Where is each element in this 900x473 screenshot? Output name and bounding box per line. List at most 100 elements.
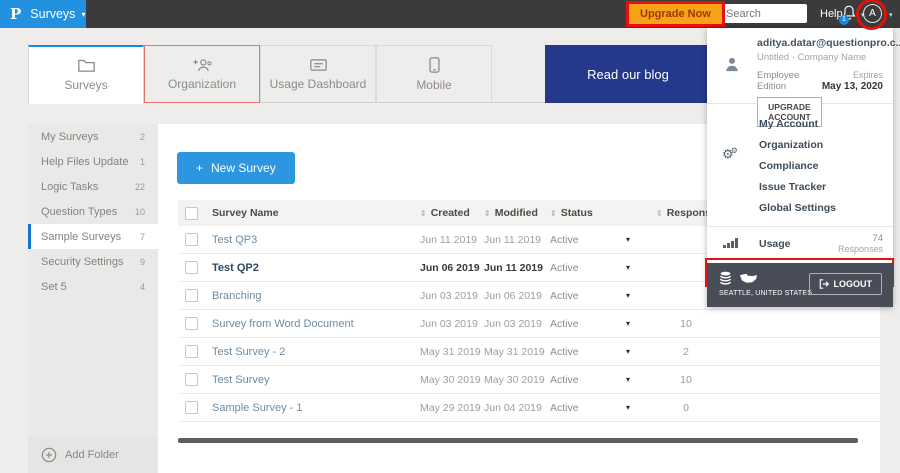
status-dropdown-caret[interactable]: ▾ [626,403,656,412]
logout-label: LOGOUT [833,279,873,289]
survey-name-link[interactable]: Branching [212,290,420,302]
upgrade-now-button[interactable]: Upgrade Now [629,4,722,24]
usage-unit: Responses [837,244,883,254]
sort-icon[interactable]: ⇕ [656,209,663,218]
sort-icon[interactable]: ⇕ [484,209,491,218]
sidebar-item-security-settings[interactable]: Security Settings 9 [28,249,158,274]
sort-icon[interactable]: ⇕ [550,209,557,218]
row-checkbox[interactable] [185,317,198,330]
tab-mobile[interactable]: Mobile [376,45,492,103]
search-input[interactable] [726,7,796,20]
survey-name-link[interactable]: Test QP3 [212,234,420,246]
menu-item-organization[interactable]: Organization [759,134,893,155]
created-date: Jun 06 2019 [420,261,480,274]
sidebar-item-set-5[interactable]: Set 5 4 [28,274,158,299]
usage-row[interactable]: Usage 74 Responses [707,227,893,260]
survey-name-link[interactable]: Sample Survey - 1 [212,402,420,414]
sort-icon[interactable]: ⇕ [420,209,427,218]
dashboard-icon [309,59,327,71]
sidebar-item-logic-tasks[interactable]: Logic Tasks 22 [28,174,158,199]
expires-date: May 13, 2020 [821,81,883,92]
gears-icon: ⚙⚙ [722,146,738,163]
modified-date: Jun 04 2019 [484,401,542,414]
folder-label: Security Settings [41,255,124,268]
notification-badge: 1 [839,15,849,25]
menu-item-my-account[interactable]: My Account [759,113,893,134]
created-date: Jun 03 2019 [420,289,478,302]
status-dropdown-caret[interactable]: ▾ [626,291,656,300]
table-row: Test Survey - 2 May 31 2019 May 31 2019 … [178,338,880,366]
folder-label: Help Files Update [41,155,129,168]
product-switcher[interactable]: P Surveys ▾ [0,0,86,28]
sidebar-item-sample-surveys[interactable]: Sample Surveys 7 [28,224,158,249]
menu-item-compliance[interactable]: Compliance [759,155,893,176]
usage-label[interactable]: Usage [759,238,838,250]
row-checkbox[interactable] [185,289,198,302]
row-checkbox[interactable] [185,233,198,246]
tab-usage-dashboard[interactable]: Usage Dashboard [260,45,376,103]
folder-label: Logic Tasks [41,180,99,193]
survey-name-link[interactable]: Test Survey [212,374,420,386]
column-modified[interactable]: ⇕ Modified [484,207,550,219]
folder-count: 7 [139,231,145,242]
sidebar-item-my-surveys[interactable]: My Surveys 2 [28,124,158,149]
row-checkbox[interactable] [185,261,198,274]
mobile-icon [428,57,440,73]
status-value: Active [550,289,579,302]
avatar-initial: A [869,8,876,19]
row-checkbox[interactable] [185,345,198,358]
created-date: Jun 03 2019 [420,317,478,330]
response-count: 10 [680,317,692,330]
bar-chart-icon [723,238,738,248]
account-avatar[interactable]: A [863,4,882,23]
product-name: Surveys [30,7,76,21]
questionpro-logo-icon: P [10,5,22,23]
column-status[interactable]: ⇕ Status [550,207,626,219]
status-value: Active [550,317,579,330]
created-date: May 29 2019 [420,401,481,414]
status-value: Active [550,401,579,414]
new-survey-label: New Survey [211,161,276,175]
tab-label: Organization [167,76,237,91]
database-icon [719,271,732,285]
folder-label: My Surveys [41,130,99,143]
folder-label: Question Types [41,205,118,218]
top-navbar: P Surveys ▾ Upgrade Now Help 1 ▾ A ▾ [0,0,900,28]
survey-name-link[interactable]: Test QP2 [212,262,420,274]
status-dropdown-caret[interactable]: ▾ [626,347,656,356]
folder-icon [77,59,95,72]
new-survey-button[interactable]: + New Survey [177,152,295,184]
row-checkbox[interactable] [185,373,198,386]
upgrade-annotation-box: Upgrade Now [626,1,725,27]
chevron-down-icon[interactable]: ▾ [889,11,893,19]
status-dropdown-caret[interactable]: ▾ [626,235,656,244]
survey-name-link[interactable]: Survey from Word Document [212,318,420,330]
sidebar-item-help-files-update[interactable]: Help Files Update 1 [28,149,158,174]
menu-item-issue-tracker[interactable]: Issue Tracker [759,176,893,197]
status-dropdown-caret[interactable]: ▾ [626,263,656,272]
row-checkbox[interactable] [185,401,198,414]
tab-label: Mobile [416,78,452,92]
column-created[interactable]: ⇕ Created [420,207,484,219]
status-dropdown-caret[interactable]: ▾ [626,375,656,384]
survey-name-link[interactable]: Test Survey - 2 [212,346,420,358]
folder-count: 10 [134,206,145,217]
column-survey-name[interactable]: Survey Name [212,207,420,219]
notifications-button[interactable]: 1 [839,5,858,25]
sidebar-item-question-types[interactable]: Question Types 10 [28,199,158,224]
modified-date: Jun 06 2019 [484,289,542,302]
status-dropdown-caret[interactable]: ▾ [626,319,656,328]
created-date: May 31 2019 [420,345,481,358]
tab-organization[interactable]: Organization [144,45,260,103]
tab-surveys[interactable]: Surveys [28,45,144,104]
logout-button[interactable]: LOGOUT [808,273,882,295]
select-all-checkbox[interactable] [185,206,198,220]
modified-date: Jun 11 2019 [484,261,543,274]
circled-plus-icon [41,447,57,462]
add-folder-button[interactable]: Add Folder [28,436,158,473]
horizontal-scrollbar[interactable] [178,438,858,443]
menu-item-global-settings[interactable]: Global Settings [759,197,893,218]
folder-count: 9 [139,256,145,267]
created-date: May 30 2019 [420,373,481,386]
read-our-blog-button[interactable]: Read our blog [545,45,711,103]
